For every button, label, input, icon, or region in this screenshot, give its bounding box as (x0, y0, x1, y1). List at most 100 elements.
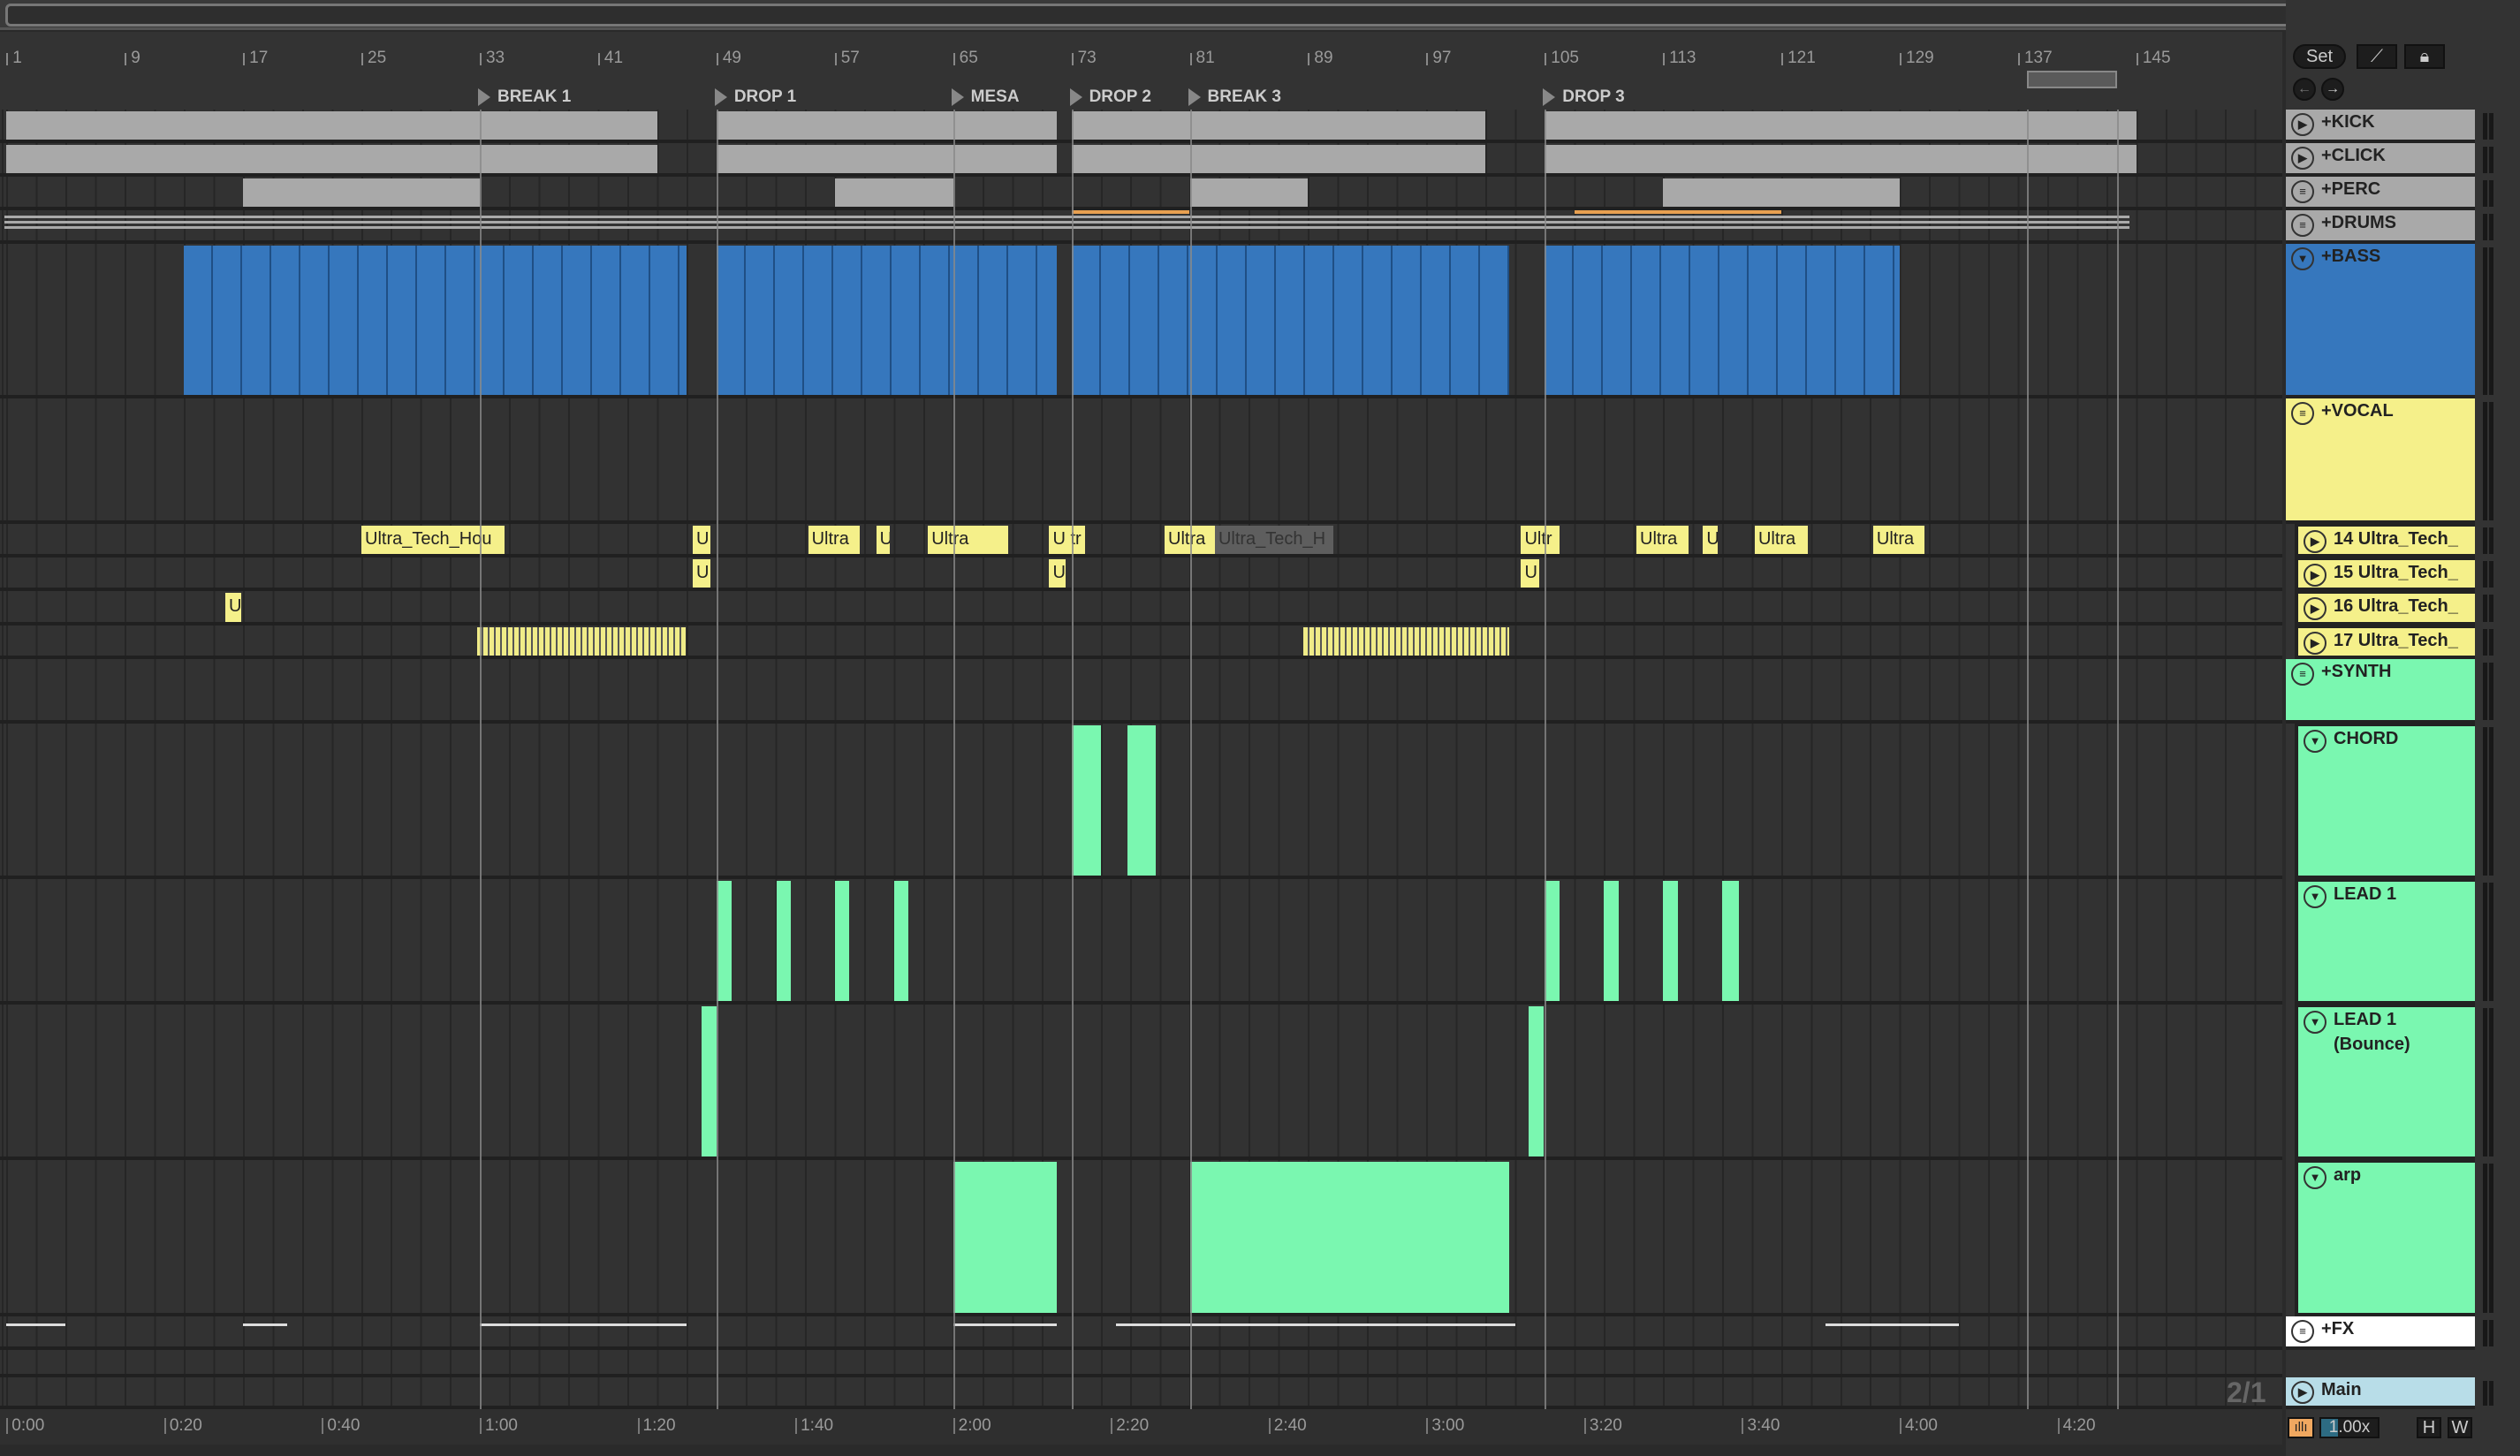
track-lane[interactable] (0, 210, 2282, 244)
play-icon[interactable]: ▶ (2304, 597, 2326, 620)
track-lane[interactable] (0, 659, 2282, 724)
track-lane[interactable] (0, 1350, 2282, 1377)
track-lane[interactable] (0, 110, 2282, 143)
group-icon[interactable]: ≡ (2291, 214, 2314, 237)
clip[interactable] (834, 881, 850, 1001)
clip[interactable] (6, 111, 657, 140)
track-header--bass[interactable]: ▼ +BASS (2286, 244, 2475, 398)
fold-arrow-icon[interactable]: ▼ (2304, 1166, 2326, 1189)
clip[interactable] (1545, 111, 2137, 140)
play-icon[interactable]: ▶ (2291, 1381, 2314, 1404)
clip[interactable] (1115, 1323, 1515, 1326)
w-button[interactable]: W (2448, 1417, 2472, 1438)
track-header-16-ultra-tech-[interactable]: ▶ 16 Ultra_Tech_ (2295, 591, 2475, 626)
track-header-lead-1-bounce-[interactable]: ▼ LEAD 1 (Bounce) (2295, 1005, 2475, 1160)
track-lane[interactable] (0, 143, 2282, 177)
track-header--fx[interactable]: ≡ +FX (2286, 1316, 2475, 1350)
draw-mode-button[interactable]: ⟋ (2357, 44, 2397, 69)
tempo-zoom-field[interactable]: 1.00x (2319, 1417, 2380, 1438)
track-header-arp[interactable]: ▼ arp (2295, 1160, 2475, 1316)
track-header-lead-1[interactable]: ▼ LEAD 1 (2295, 879, 2475, 1005)
clip[interactable]: Ultr (1521, 526, 1560, 554)
locator-drop-1[interactable]: DROP 1 (713, 85, 796, 110)
clip[interactable] (702, 1006, 717, 1156)
clip[interactable] (716, 145, 1057, 173)
clip[interactable] (716, 881, 732, 1001)
clip[interactable]: Ultra (1754, 526, 1809, 554)
clip[interactable]: U (225, 593, 242, 622)
play-icon[interactable]: ▶ (2304, 564, 2326, 587)
set-button[interactable]: Set (2293, 44, 2346, 69)
clip[interactable]: Ultra_Tech_Hou (361, 526, 505, 554)
clip[interactable]: U (693, 526, 711, 554)
clip[interactable] (6, 145, 657, 173)
clip[interactable] (1189, 1162, 1510, 1313)
clip[interactable] (1071, 111, 1486, 140)
track-lane[interactable]: UUU (0, 557, 2282, 591)
clip[interactable] (1722, 881, 1739, 1001)
clip[interactable]: Ultra (1872, 526, 1925, 554)
track-lane[interactable] (0, 1005, 2282, 1160)
clip[interactable] (476, 627, 686, 656)
track-header--drums[interactable]: ≡ +DRUMS (2286, 210, 2475, 244)
clip[interactable] (1545, 145, 2137, 173)
clip[interactable]: U (1703, 526, 1719, 554)
clip[interactable] (777, 881, 791, 1001)
clip[interactable] (1528, 1006, 1544, 1156)
clip[interactable] (1303, 627, 1510, 656)
clip[interactable] (6, 1323, 66, 1326)
track-lane[interactable]: Ultra_Tech_Hou U Ultra U Ultra U tr Ultra Ultra… (0, 524, 2282, 557)
group-icon[interactable]: ≡ (2291, 1320, 2314, 1343)
track-lane[interactable] (0, 1316, 2282, 1350)
clip[interactable]: U tr (1049, 526, 1085, 554)
clip[interactable] (1663, 178, 1900, 207)
clip[interactable] (184, 246, 687, 395)
track-lane[interactable] (0, 398, 2282, 524)
clip[interactable]: U (693, 559, 711, 588)
track-lane[interactable] (0, 177, 2282, 210)
next-locator-button[interactable]: → (2321, 78, 2344, 101)
follow-button[interactable]: ıllı (2288, 1417, 2314, 1438)
clip[interactable] (243, 178, 480, 207)
clip[interactable] (1663, 881, 1678, 1001)
clip[interactable]: U (876, 526, 890, 554)
clip[interactable] (1545, 881, 1560, 1001)
track-lane[interactable]: U (0, 591, 2282, 626)
track-header-17-ultra-tech-[interactable]: ▶ 17 Ultra_Tech_ (2295, 626, 2475, 659)
clip[interactable] (953, 1323, 1057, 1326)
track-header--vocal[interactable]: ≡ +VOCAL (2286, 398, 2475, 524)
track-lane[interactable] (0, 879, 2282, 1005)
track-header--perc[interactable]: ≡ +PERC (2286, 177, 2475, 210)
clip[interactable]: Ultra (928, 526, 1008, 554)
clip[interactable] (1604, 881, 1619, 1001)
play-icon[interactable]: ▶ (2291, 113, 2314, 136)
locator-break-1[interactable]: BREAK 1 (476, 85, 571, 110)
clip[interactable] (1071, 725, 1102, 876)
track-header-chord[interactable]: ▼ CHORD (2295, 724, 2475, 879)
time-ruler[interactable]: 0:00 0:20 0:40 1:00 1:20 1:40 2:00 2:20 2:40 3:00… (0, 1409, 2282, 1445)
track-lane[interactable] (0, 1377, 2282, 1409)
clip[interactable] (1189, 178, 1309, 207)
locator-break-3[interactable]: BREAK 3 (1187, 85, 1281, 110)
clip[interactable] (1127, 725, 1156, 876)
group-icon[interactable]: ≡ (2291, 180, 2314, 203)
track-header-main[interactable]: ▶ Main (2286, 1377, 2475, 1409)
fold-arrow-icon[interactable]: ▼ (2291, 247, 2314, 270)
clip[interactable]: Ultra_Tech_H (1214, 526, 1333, 554)
clip[interactable] (1071, 246, 1510, 395)
fold-arrow-icon[interactable]: ▼ (2304, 730, 2326, 753)
clip[interactable] (1574, 210, 1782, 214)
track-lane[interactable] (0, 244, 2282, 398)
arrangement-tracks[interactable]: Ultra_Tech_Hou U Ultra U Ultra U tr Ultra Ultra… (0, 110, 2282, 1409)
group-icon[interactable]: ≡ (2291, 663, 2314, 686)
clip[interactable] (243, 1323, 288, 1326)
locator-drop-3[interactable]: DROP 3 (1541, 85, 1625, 110)
clip[interactable] (1825, 1323, 1959, 1326)
clip[interactable] (834, 178, 953, 207)
arrangement-overview[interactable] (0, 0, 2520, 30)
clip[interactable] (716, 111, 1057, 140)
clip[interactable]: U (1049, 559, 1066, 588)
clip[interactable]: Ultra (808, 526, 861, 554)
clip[interactable] (479, 1323, 687, 1326)
locator-drop-2[interactable]: DROP 2 (1068, 85, 1151, 110)
